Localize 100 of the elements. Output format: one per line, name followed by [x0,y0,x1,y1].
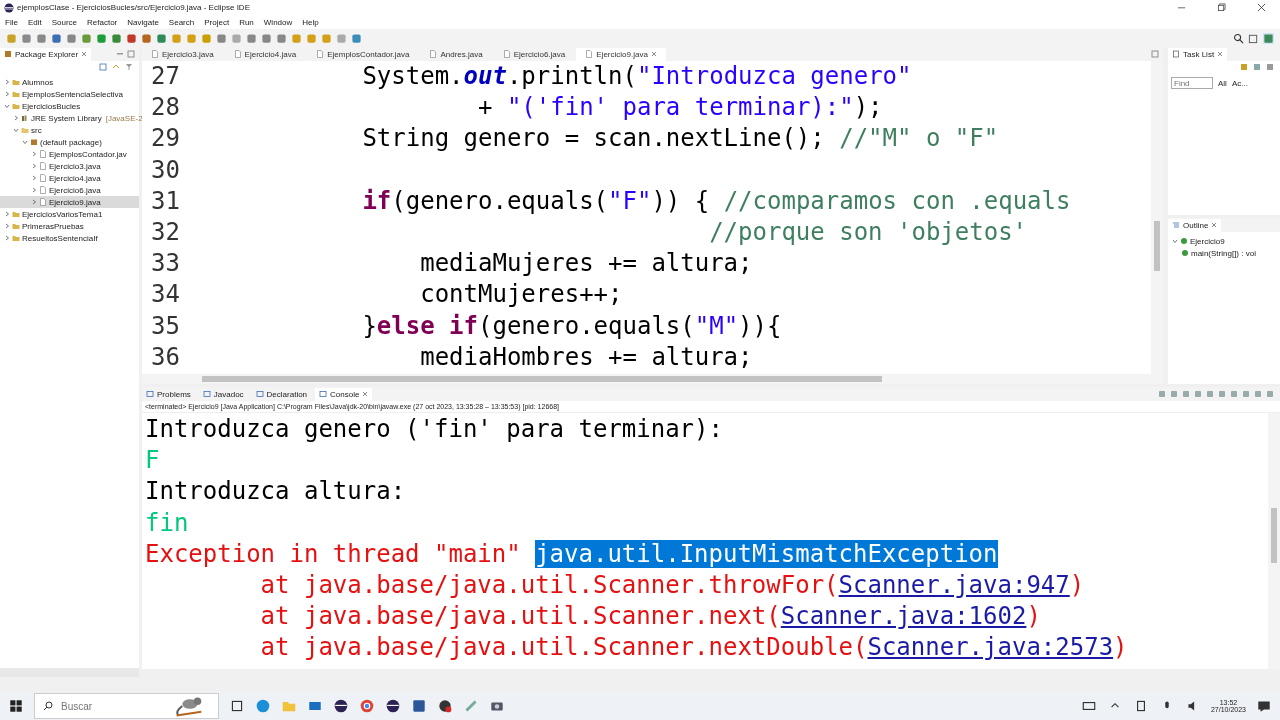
scrollbar[interactable] [1268,413,1280,669]
outline-item[interactable]: main(String[]) : voi [1168,247,1280,259]
toolbar-icon[interactable] [81,32,92,44]
toolbar-icon[interactable] [231,32,242,44]
close-icon[interactable] [1211,222,1218,228]
filter-link[interactable]: All [1218,78,1227,88]
maximize-icon[interactable] [1151,50,1159,58]
chevron-icon[interactable] [13,115,19,121]
toolbar-icon[interactable] [21,32,32,44]
tree-item[interactable]: Ejercicio3.java [0,160,139,172]
windows-start-icon[interactable] [8,698,24,714]
minimize-icon[interactable] [116,50,124,58]
toolbar-icon[interactable] [321,32,332,44]
view-tab[interactable]: Task List [1168,47,1228,61]
tree-item[interactable]: ResueltosSentenciaIf [0,232,139,244]
restore-icon[interactable] [1217,3,1226,12]
menu-item[interactable]: File [5,17,18,27]
toolbar-icon[interactable] [216,32,227,44]
toolbar-icon[interactable] [171,32,182,44]
java-perspective-icon[interactable] [1263,32,1274,44]
chevron-icon[interactable] [1172,238,1178,244]
word-icon[interactable] [411,698,427,714]
tree-item[interactable]: PrimerasPruebas [0,220,139,232]
chevron-icon[interactable] [31,163,37,169]
tree-item[interactable]: EjemplosSentenciaSelectiva [0,88,139,100]
view-tab[interactable]: Javadoc [198,387,248,401]
chevron-icon[interactable] [31,187,37,193]
tree-item[interactable]: Ejercicio9.java [0,196,139,208]
toolbar-icon[interactable] [96,32,107,44]
chevron-icon[interactable] [31,199,37,205]
link-icon[interactable] [112,63,120,71]
filter-link[interactable]: Ac... [1231,78,1248,88]
toolbar-icon[interactable] [351,32,362,44]
toolbar-icon[interactable] [246,32,257,44]
tree-item[interactable]: EjerciciosBucles [0,100,139,112]
close-icon[interactable] [1257,3,1266,12]
chevron-icon[interactable] [31,151,37,157]
link[interactable]: Scanner.java:2573 [867,633,1114,662]
chevron-icon[interactable] [13,127,19,133]
maximize-icon[interactable] [127,50,135,58]
chrome-icon[interactable] [359,698,375,714]
toolbar-icon[interactable] [156,32,167,44]
toolbar-icon[interactable] [201,32,212,44]
link[interactable]: Scanner.java:1602 [780,602,1027,631]
scrollbar[interactable] [1151,61,1163,374]
chevron-icon[interactable] [4,223,10,229]
editor-tab[interactable]: EjemplosContador.java [307,47,419,61]
toolbar-icon[interactable] [66,32,77,44]
chevron-icon[interactable] [22,139,28,145]
view-tab[interactable]: Problems [142,387,195,401]
menu-item[interactable]: Run [239,17,254,27]
editor-tab[interactable]: Ejercicio9.java [576,47,666,61]
editor-tab[interactable]: Ejercicio3.java [142,47,223,61]
view-tab[interactable]: Package Explorer [0,47,92,61]
toolbar-icon[interactable] [276,32,287,44]
chevron-icon[interactable] [4,235,10,241]
chevron-icon[interactable] [4,211,10,217]
close-icon[interactable] [650,51,657,57]
chevron-icon[interactable] [31,175,37,181]
close-icon[interactable] [81,51,88,57]
editor-tab[interactable]: Andres.java [420,47,492,61]
toolbar-icon[interactable] [306,32,317,44]
tree-item[interactable]: src [0,124,139,136]
chevron-icon[interactable] [4,103,10,109]
perspective-icon[interactable] [1248,32,1259,44]
tree-item[interactable]: EjerciciosVariosTema1 [0,208,139,220]
close-icon[interactable] [362,391,369,397]
chevron-icon[interactable] [4,91,10,97]
taskbar-search-box[interactable]: Buscar [34,693,219,719]
view-tab[interactable]: Declaration [251,387,312,401]
toolbar-icon[interactable] [6,32,17,44]
collapse-all-icon[interactable] [99,63,107,71]
editor-tab[interactable]: Ejercicio6.java [493,47,575,61]
menu-item[interactable]: Source [51,17,78,27]
toolbar-icon[interactable] [36,32,47,44]
tree-item[interactable]: Ejercicio4.java [0,172,139,184]
outline-item[interactable]: Ejercicio9 [1168,235,1280,247]
view-tab[interactable]: Console [315,387,373,401]
toolbar-icon[interactable] [261,32,272,44]
scrollbar[interactable] [142,374,1163,384]
tree-item[interactable]: Ejercicio6.java [0,184,139,196]
menu-item[interactable]: Navigate [127,17,159,27]
toolbar-icon[interactable] [51,32,62,44]
toolbar-icon[interactable] [336,32,347,44]
eclipse-icon[interactable] [333,698,349,714]
menu-item[interactable]: Project [204,17,230,27]
eclipse-icon[interactable] [385,698,401,714]
toolbar-icon[interactable] [291,32,302,44]
find-field[interactable]: Find [1171,77,1213,89]
link[interactable]: Scanner.java:947 [838,570,1070,599]
toolbar-icon[interactable] [111,32,122,44]
menu-item[interactable]: Help [302,17,319,27]
editor-tab[interactable]: Ejercicio4.java [224,47,306,61]
menu-item[interactable]: Window [263,17,293,27]
toolbar-icon[interactable] [186,32,197,44]
notifications-icon[interactable] [1256,698,1272,714]
toolbar-icon[interactable] [126,32,137,44]
menu-item[interactable]: Search [168,17,195,27]
task-view-icon[interactable] [229,698,245,714]
tree-item[interactable]: (default package) [0,136,139,148]
